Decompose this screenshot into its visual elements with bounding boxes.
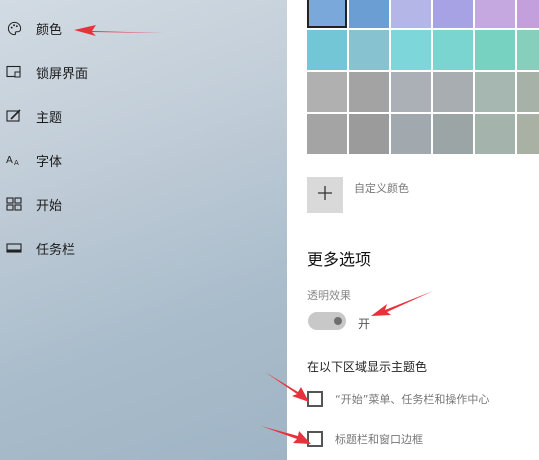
sidebar-item-label: 颜色	[36, 22, 63, 38]
custom-color-label: 自定义颜色	[354, 182, 409, 195]
color-swatch[interactable]	[391, 30, 431, 70]
sidebar-item-label: 字体	[36, 154, 63, 170]
sidebar-item-label: 锁屏界面	[36, 66, 89, 82]
svg-text:A: A	[6, 155, 13, 166]
color-swatch[interactable]	[349, 114, 389, 154]
transparency-toggle[interactable]	[308, 312, 346, 330]
start-taskbar-checkbox-row[interactable]: “开始”菜单、任务栏和操作中心	[307, 391, 489, 407]
color-swatch[interactable]	[433, 0, 473, 28]
color-swatch[interactable]	[517, 114, 539, 154]
settings-sidebar: 颜色 锁屏界面 主题 AA 字体 开始 任务栏	[0, 0, 287, 460]
color-swatch[interactable]	[517, 30, 539, 70]
color-swatch[interactable]	[517, 0, 539, 28]
sidebar-item-colors[interactable]: 颜色	[0, 8, 287, 48]
taskbar-icon	[6, 240, 22, 256]
color-swatch[interactable]	[433, 72, 473, 112]
palette-icon	[6, 20, 22, 36]
transparency-state: 开	[358, 317, 371, 331]
colors-content-pane: 自定义颜色 更多选项 透明效果 开 在以下区域显示主题色 “开始”菜单、任务栏和…	[261, 0, 539, 460]
start-menu-icon	[6, 196, 22, 212]
color-swatch[interactable]	[391, 0, 431, 28]
sidebar-item-label: 任务栏	[36, 242, 76, 258]
color-swatch[interactable]	[349, 0, 389, 28]
color-swatch[interactable]	[307, 30, 347, 70]
color-swatch[interactable]	[349, 30, 389, 70]
svg-text:A: A	[14, 159, 19, 167]
more-options-title: 更多选项	[307, 250, 372, 269]
title-bar-checkbox[interactable]	[307, 431, 323, 447]
checkbox-label: 标题栏和窗口边框	[335, 433, 423, 446]
color-swatch[interactable]	[433, 30, 473, 70]
color-swatch[interactable]	[475, 72, 515, 112]
sidebar-item-fonts[interactable]: AA 字体	[0, 140, 287, 180]
sidebar-item-label: 主题	[36, 110, 63, 126]
color-swatch[interactable]	[349, 72, 389, 112]
transparency-label: 透明效果	[307, 289, 351, 302]
color-swatch[interactable]	[307, 114, 347, 154]
color-swatch[interactable]	[307, 72, 347, 112]
checkbox-label: “开始”菜单、任务栏和操作中心	[335, 393, 490, 406]
color-swatch[interactable]	[475, 30, 515, 70]
custom-color-button[interactable]	[307, 177, 343, 213]
plus-icon	[317, 185, 333, 205]
lock-screen-icon	[6, 64, 22, 80]
sidebar-item-taskbar[interactable]: 任务栏	[0, 228, 287, 268]
title-bar-checkbox-row[interactable]: 标题栏和窗口边框	[307, 431, 423, 447]
sidebar-item-start[interactable]: 开始	[0, 184, 287, 224]
color-swatch[interactable]	[433, 114, 473, 154]
color-swatch[interactable]	[391, 114, 431, 154]
sidebar-item-label: 开始	[36, 198, 63, 214]
color-swatch[interactable]	[475, 0, 515, 28]
color-swatch[interactable]	[475, 114, 515, 154]
annotation-arrow	[371, 291, 433, 316]
accent-color-grid	[307, 0, 539, 154]
toggle-knob	[334, 317, 342, 325]
theme-brush-icon	[6, 108, 22, 124]
accent-surfaces-title: 在以下区域显示主题色	[307, 360, 428, 374]
color-swatch[interactable]	[391, 72, 431, 112]
start-taskbar-checkbox[interactable]	[307, 391, 323, 407]
sidebar-item-lock-screen[interactable]: 锁屏界面	[0, 52, 287, 92]
color-swatch[interactable]	[307, 0, 347, 28]
font-icon: AA	[6, 152, 22, 168]
color-swatch[interactable]	[517, 72, 539, 112]
sidebar-item-themes[interactable]: 主题	[0, 96, 287, 136]
